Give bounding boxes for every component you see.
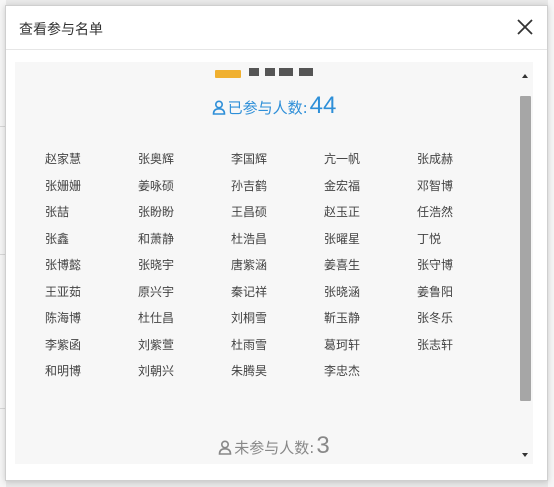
dialog-header: 查看参与名单 (6, 6, 547, 50)
scroll-thumb[interactable] (520, 96, 531, 401)
participant-name: 杜浩昌 (231, 231, 268, 246)
participant-name: 杜雨雪 (231, 337, 268, 352)
participant-name: 刘桐雪 (231, 311, 268, 325)
participant-name: 王昌硕 (231, 205, 268, 219)
participant-name: 姜喜生 (324, 258, 361, 272)
participant-name: 唐紫涵 (231, 258, 268, 272)
participant-name: 张曜星 (324, 231, 361, 246)
participant-name: 靳玉静 (324, 311, 361, 325)
participant-name: 和明博 (45, 364, 82, 378)
participant-name: 张奥辉 (138, 152, 175, 166)
person-icon (212, 100, 225, 115)
participant-name: 葛珂轩 (324, 337, 361, 352)
participant-name: 姜鲁阳 (417, 284, 454, 299)
background-page-edge-right (548, 0, 554, 487)
vertical-scrollbar[interactable] (519, 62, 532, 464)
clipped-glyph (249, 68, 259, 76)
participant-name: 邓智博 (417, 178, 454, 193)
scroll-up-arrow-icon[interactable] (522, 74, 528, 78)
clipped-heading (215, 64, 335, 78)
participant-name: 李紫函 (45, 337, 82, 352)
participant-name: 张守博 (417, 258, 454, 272)
clipped-glyph (279, 68, 293, 76)
participant-name: 原兴宇 (138, 284, 175, 299)
participant-name: 亢一帆 (324, 152, 361, 166)
participant-name: 陈海博 (45, 311, 82, 325)
not-participated-count-row: 未参与人数: 3 (15, 432, 533, 460)
participant-name: 张喆 (45, 205, 70, 219)
participant-name: 张鑫 (45, 231, 70, 246)
clipped-glyph (299, 68, 313, 76)
participant-name: 李忠杰 (324, 364, 361, 378)
participant-name: 刘朝兴 (138, 364, 175, 378)
participant-name: 秦记祥 (231, 284, 268, 299)
participant-list-dialog: 查看参与名单 已参与人数: 44 赵家慧 张奥辉 李国辉 亢一帆 张成赫张姗姗 姜咏硕 孙吉… (5, 5, 548, 481)
participant-name: 金宏福 (324, 178, 361, 193)
participant-name: 任浩然 (417, 205, 454, 219)
close-button[interactable] (513, 15, 537, 39)
participant-name: 张晓涵 (324, 284, 361, 299)
participant-name: 丁悦 (417, 231, 442, 246)
participant-list-body: 已参与人数: 44 赵家慧 张奥辉 李国辉 亢一帆 张成赫张姗姗 姜咏硕 孙吉鹤 金宏福 邓智博… (15, 62, 533, 464)
participant-name: 张成赫 (417, 152, 454, 166)
heading-badge (215, 70, 241, 78)
participant-name: 张姗姗 (45, 178, 82, 193)
participated-count-row: 已参与人数: 44 (15, 92, 533, 120)
participant-names-grid: 赵家慧 张奥辉 李国辉 亢一帆 张成赫张姗姗 姜咏硕 孙吉鹤 金宏福 邓智博张喆 张盼盼 王昌硕 赵玉… (45, 150, 515, 389)
person-icon (218, 440, 232, 455)
participant-name: 张晓宇 (138, 258, 175, 272)
participant-name: 杜仕昌 (138, 311, 175, 325)
participant-name: 张冬乐 (417, 311, 454, 325)
participant-name: 孙吉鹤 (231, 178, 268, 193)
participant-name: 朱腾昊 (231, 364, 268, 378)
participated-label: 已参与人数: (227, 99, 308, 117)
participant-name: 王亚茹 (45, 284, 82, 299)
participant-name: 赵玉正 (324, 205, 361, 219)
participant-name: 赵家慧 (45, 152, 82, 166)
close-icon (517, 19, 533, 35)
not-participated-count: 3 (316, 432, 330, 459)
participant-name: 姜咏硕 (138, 178, 175, 193)
scroll-down-arrow-icon[interactable] (522, 453, 528, 457)
dialog-title: 查看参与名单 (19, 22, 103, 38)
clipped-glyph (265, 68, 275, 76)
participant-name: 张博懿 (45, 258, 82, 272)
not-participated-label: 未参与人数: (234, 439, 315, 457)
participant-name: 和萧静 (138, 231, 175, 246)
participant-name: 张志轩 (417, 337, 454, 352)
participant-name: 刘紫萱 (138, 337, 175, 352)
participant-name: 李国辉 (231, 152, 268, 166)
participated-count: 44 (309, 92, 337, 119)
participant-name: 张盼盼 (138, 205, 175, 219)
